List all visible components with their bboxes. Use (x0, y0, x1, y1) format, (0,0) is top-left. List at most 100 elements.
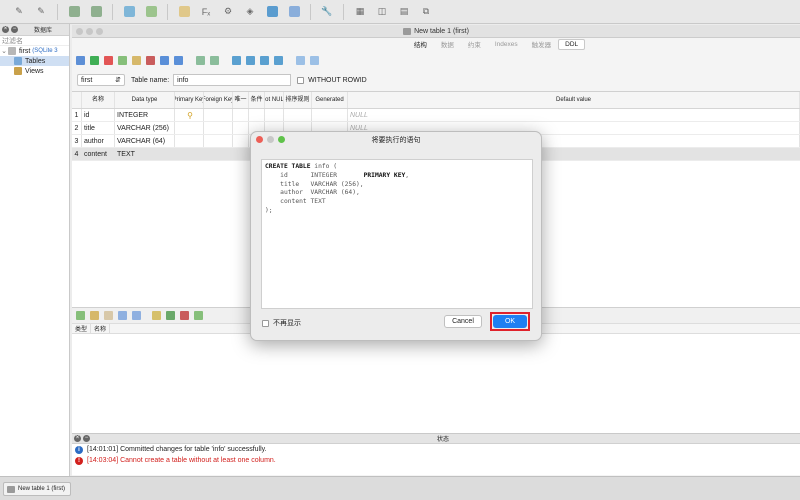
delete-column-icon[interactable] (146, 55, 155, 65)
grid-header-collation[interactable]: 排序规则 (284, 92, 312, 108)
grid-header-primary-key[interactable]: Primary Key (175, 92, 204, 108)
primary-key-icon[interactable] (152, 311, 161, 320)
without-rowid-checkbox[interactable] (297, 76, 305, 84)
foreign-key-cell[interactable] (204, 135, 233, 147)
grid-header-default[interactable]: Default value (348, 92, 800, 108)
sql-editor-icon[interactable] (176, 4, 192, 20)
column-name-cell[interactable]: title (82, 122, 115, 134)
wrench-icon[interactable]: 🔧 (319, 4, 335, 20)
collation-cell[interactable] (284, 109, 312, 121)
minimize-dialog-button[interactable] (267, 136, 274, 143)
plugin-icon[interactable]: ◈ (242, 4, 258, 20)
primary-key-cell[interactable] (175, 122, 204, 134)
unique-cell[interactable] (233, 148, 249, 160)
tab-indexes[interactable]: Indexes (488, 39, 525, 50)
settings-icon[interactable]: ⚙ (220, 4, 236, 20)
split-view-icon[interactable]: ◫ (374, 4, 390, 20)
add-constraint-icon[interactable] (196, 55, 205, 65)
constraint-name-header[interactable]: 名称 (91, 324, 111, 333)
close-panel-icon[interactable]: × (74, 435, 81, 442)
collapse-panel-icon[interactable]: − (11, 26, 18, 33)
foreign-key-cell[interactable] (204, 122, 233, 134)
cascade-windows-icon[interactable]: ⧉ (418, 4, 434, 20)
ddl-preview-icon[interactable] (296, 55, 305, 65)
column-type-cell[interactable]: VARCHAR (64) (115, 135, 175, 147)
add-constraint-icon[interactable] (76, 311, 85, 320)
grid-header-check[interactable]: 条件 (249, 92, 265, 108)
import-icon[interactable] (88, 4, 104, 20)
move-up-icon[interactable] (160, 55, 169, 65)
foreign-key-icon[interactable] (166, 311, 175, 320)
tab-triggers[interactable]: 触发器 (525, 37, 559, 51)
foreign-key-icon[interactable] (210, 55, 219, 65)
grid-header-datatype[interactable]: Data type (115, 92, 175, 108)
column-name-cell[interactable]: author (82, 135, 115, 147)
not-null-icon[interactable] (274, 55, 283, 65)
default-value-cell[interactable]: NULL (348, 109, 800, 121)
column-name-cell[interactable]: content (82, 148, 115, 160)
edit-constraint-icon[interactable] (90, 311, 99, 320)
dont-show-checkbox[interactable] (262, 319, 269, 327)
grid-header-foreign-key[interactable]: Foreign Key (204, 92, 233, 108)
column-type-cell[interactable]: VARCHAR (256) (115, 122, 175, 134)
unique-icon[interactable] (180, 311, 189, 320)
table-row[interactable]: 1 id INTEGER ⚲ NULL (72, 109, 800, 122)
save-icon[interactable] (90, 55, 99, 65)
add-table-icon[interactable] (121, 4, 137, 20)
column-type-cell[interactable]: INTEGER (115, 109, 175, 121)
tab-ddl[interactable]: DDL (558, 38, 586, 50)
grid-header-unique[interactable]: 唯一 (233, 92, 249, 108)
minimize-window-button[interactable] (86, 28, 93, 35)
column-name-cell[interactable]: id (82, 109, 115, 121)
unique-cell[interactable] (233, 135, 249, 147)
check-icon[interactable] (194, 311, 203, 320)
tab-constraints[interactable]: 约束 (461, 37, 488, 51)
ok-button[interactable]: OK (493, 315, 527, 328)
primary-key-cell[interactable] (175, 135, 204, 147)
function-icon[interactable]: Fₓ (198, 4, 214, 20)
tree-item-database[interactable]: ⌄ first (SQLite 3 (0, 46, 69, 56)
move-down-icon[interactable] (174, 55, 183, 65)
move-down-icon[interactable] (132, 311, 141, 320)
tab-data[interactable]: 数据 (434, 37, 461, 51)
tile-windows-icon[interactable]: ▦ (352, 4, 368, 20)
unique-cell[interactable] (233, 122, 249, 134)
unique-cell[interactable] (233, 109, 249, 121)
collapse-panel-icon[interactable]: − (83, 435, 90, 442)
edit-table-icon[interactable] (143, 4, 159, 20)
add-column-icon[interactable] (118, 55, 127, 65)
generated-cell[interactable] (312, 109, 348, 121)
foreign-key-cell[interactable] (204, 109, 233, 121)
export-icon[interactable] (66, 4, 82, 20)
close-panel-icon[interactable]: × (2, 26, 9, 33)
tree-item-views[interactable]: Views (0, 66, 69, 76)
column-type-cell[interactable]: TEXT (115, 148, 175, 160)
chevron-down-icon[interactable]: ⌄ (0, 47, 8, 55)
close-database-icon[interactable]: ✎ (33, 4, 49, 20)
check-icon[interactable] (260, 55, 269, 65)
check-cell[interactable] (249, 109, 265, 121)
move-up-icon[interactable] (118, 311, 127, 320)
window-list-icon[interactable]: ▤ (396, 4, 412, 20)
primary-key-cell[interactable] (175, 148, 204, 160)
refresh-icon[interactable] (310, 55, 319, 65)
commit-icon[interactable] (76, 55, 85, 65)
constraint-type-header[interactable]: 类型 (72, 324, 92, 333)
open-database-icon[interactable]: ✎ (11, 4, 27, 20)
collation-icon[interactable] (286, 4, 302, 20)
cancel-button[interactable]: Cancel (444, 315, 482, 328)
schema-select[interactable]: first ⇵ (77, 74, 125, 86)
filter-input[interactable]: 过滤名 (0, 36, 69, 46)
delete-constraint-icon[interactable] (104, 311, 113, 320)
tree-item-tables[interactable]: Tables (0, 56, 69, 66)
rollback-icon[interactable] (104, 55, 113, 65)
grid-header-not-null[interactable]: Not NULL (265, 92, 284, 108)
close-dialog-button[interactable] (256, 136, 263, 143)
grid-header-generated[interactable]: Generated (312, 92, 348, 108)
edit-column-icon[interactable] (132, 55, 141, 65)
sql-statement-box[interactable]: CREATE TABLE info ( id INTEGER PRIMARY K… (261, 159, 533, 309)
window-tab[interactable]: New table 1 (first) (3, 482, 71, 496)
table-name-input[interactable]: info (173, 74, 292, 86)
snippets-icon[interactable] (264, 4, 280, 20)
close-window-button[interactable] (76, 28, 83, 35)
